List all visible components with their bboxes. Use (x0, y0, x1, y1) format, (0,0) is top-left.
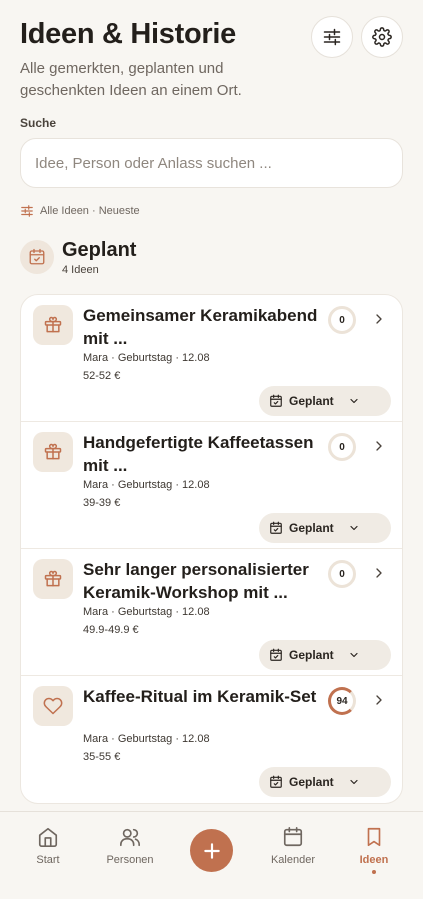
chevron-right-icon[interactable] (371, 438, 387, 454)
status-label: Geplant (289, 648, 334, 662)
status-dropdown[interactable]: Geplant (259, 767, 391, 797)
status-label: Geplant (289, 394, 334, 408)
gear-icon (372, 27, 392, 47)
users-icon (120, 828, 140, 847)
idea-title: Gemeinsamer Keramikabend mit ... (83, 306, 318, 348)
chevron-right-icon[interactable] (371, 565, 387, 581)
idea-card[interactable]: Gemeinsamer Keramikabend mit ... Mara · … (21, 295, 402, 422)
section-count: 4 Ideen (62, 264, 99, 276)
idea-price: 35-55 € (83, 751, 121, 763)
nav-label: Start (36, 854, 60, 866)
nav-item-start[interactable]: Start (13, 826, 83, 866)
calendar-check-icon (270, 394, 282, 407)
idea-type-badge (33, 432, 73, 472)
settings-button[interactable] (361, 16, 403, 58)
heart-icon (43, 697, 63, 715)
header: Ideen & Historie Alle gemerkten, geplant… (20, 16, 403, 102)
plus-icon (203, 842, 220, 859)
gift-icon (44, 443, 62, 460)
page-subtitle: Alle gemerkten, geplanten und geschenkte… (20, 60, 242, 99)
home-icon (38, 827, 58, 847)
calendar-icon (283, 827, 303, 847)
chevron-down-icon (350, 525, 358, 531)
sliders-icon (21, 205, 33, 217)
idea-card[interactable]: Handgefertigte Kaffeetassen mit ... Mara… (21, 422, 402, 549)
idea-title: Sehr langer personalisierter Keramik-Wor… (83, 560, 309, 602)
idea-meta: Mara · Geburtstag · 12.08 (83, 479, 210, 491)
idea-score: 0 (328, 433, 356, 461)
chevron-right-icon[interactable] (371, 311, 387, 327)
chevron-right-icon[interactable] (371, 692, 387, 708)
idea-meta: Mara · Geburtstag · 12.08 (83, 352, 210, 364)
search-box[interactable] (20, 138, 403, 188)
nav-label: Kalender (270, 854, 316, 866)
idea-meta: Mara · Geburtstag · 12.08 (83, 606, 210, 618)
chevron-down-icon (350, 779, 358, 785)
idea-list: Gemeinsamer Keramikabend mit ... Mara · … (20, 294, 403, 804)
idea-score: 0 (328, 306, 356, 334)
active-indicator (372, 870, 376, 874)
idea-title: Handgefertigte Kaffeetassen mit ... (83, 433, 314, 475)
search-input[interactable] (35, 154, 402, 172)
status-label: Geplant (289, 521, 334, 535)
nav-item-ideas[interactable]: Ideen (339, 826, 409, 874)
chevron-down-icon (350, 398, 358, 404)
idea-type-badge (33, 686, 73, 726)
idea-meta: Mara · Geburtstag · 12.08 (83, 733, 210, 745)
nav-item-calendar[interactable]: Kalender (258, 826, 328, 866)
idea-price: 49.9-49.9 € (83, 624, 139, 636)
filter-summary[interactable]: Alle Ideen · Neueste (20, 204, 140, 218)
bottom-nav: Start Personen Kalender Ideen (0, 811, 423, 899)
section-planned: Geplant 4 Ideen (20, 238, 403, 276)
section-icon (20, 240, 54, 274)
idea-price: 39-39 € (83, 497, 121, 509)
idea-title: Kaffee-Ritual im Keramik-Set (83, 687, 317, 706)
section-title: Geplant (62, 239, 137, 261)
nav-label: Personen (106, 854, 154, 866)
filter-summary-label: Alle Ideen · Neueste (40, 205, 140, 217)
calendar-check-icon (270, 521, 282, 534)
calendar-check-icon (270, 775, 282, 788)
status-dropdown[interactable]: Geplant (259, 386, 391, 416)
idea-card[interactable]: Kaffee-Ritual im Keramik-Set Mara · Gebu… (21, 676, 402, 803)
idea-price: 52-52 € (83, 370, 121, 382)
add-idea-button[interactable] (190, 829, 233, 872)
idea-type-badge (33, 559, 73, 599)
nav-item-persons[interactable]: Personen (95, 826, 165, 866)
calendar-check-icon (29, 248, 45, 265)
status-dropdown[interactable]: Geplant (259, 513, 391, 543)
sliders-icon (323, 28, 341, 46)
chevron-down-icon (350, 652, 358, 658)
idea-score: 94 (328, 687, 356, 715)
calendar-check-icon (270, 648, 282, 661)
idea-type-badge (33, 305, 73, 345)
idea-card[interactable]: Sehr langer personalisierter Keramik-Wor… (21, 549, 402, 676)
gift-icon (44, 570, 62, 587)
search-label: Suche (20, 116, 57, 130)
status-label: Geplant (289, 775, 334, 789)
status-dropdown[interactable]: Geplant (259, 640, 391, 670)
gift-icon (44, 316, 62, 333)
bookmark-icon (367, 827, 381, 847)
filter-button[interactable] (311, 16, 353, 58)
nav-label: Ideen (359, 854, 389, 866)
idea-score: 0 (328, 560, 356, 588)
